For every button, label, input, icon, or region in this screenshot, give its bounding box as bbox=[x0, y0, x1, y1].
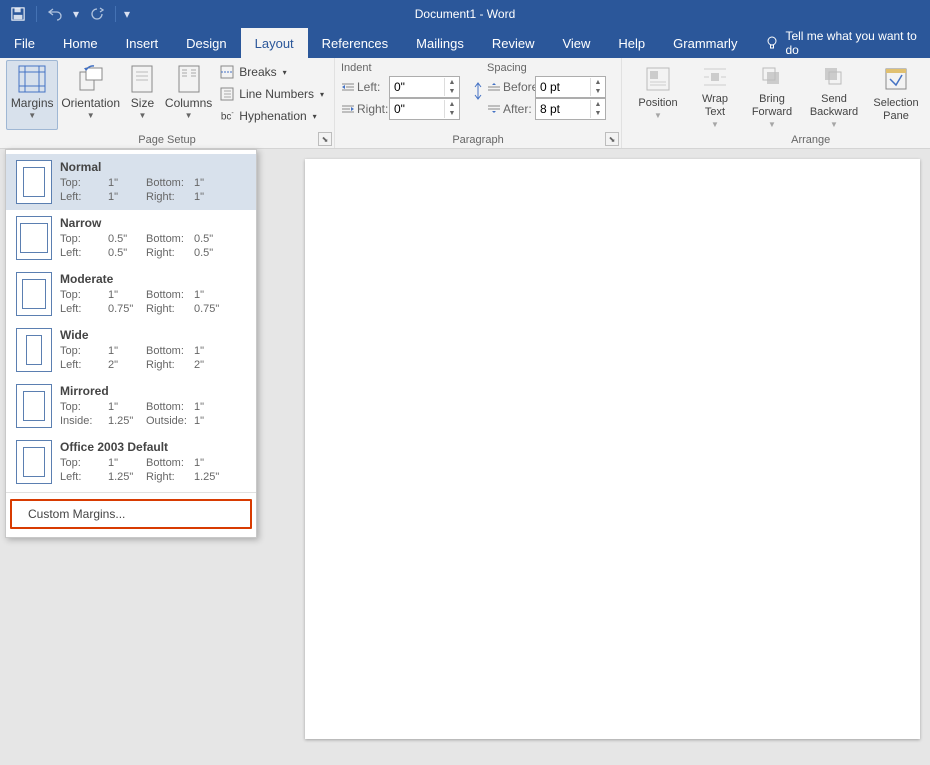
selection-pane-icon bbox=[880, 63, 912, 95]
orientation-button[interactable]: Orientation ▼ bbox=[60, 60, 121, 130]
indent-left-icon bbox=[341, 82, 355, 92]
wrap-text-icon bbox=[699, 63, 731, 91]
bring-forward-button[interactable]: Bring Forward▼ bbox=[742, 60, 802, 130]
bulb-icon bbox=[765, 36, 779, 50]
tell-me-search[interactable]: Tell me what you want to do bbox=[765, 28, 930, 58]
qat-customize[interactable]: ▾ bbox=[122, 2, 132, 26]
indent-right-input[interactable]: ▲▼ bbox=[389, 98, 460, 120]
group-label-page-setup: Page Setup bbox=[6, 134, 328, 148]
undo-button[interactable] bbox=[43, 2, 67, 26]
spacing-before-input[interactable]: ▲▼ bbox=[535, 76, 606, 98]
margins-dropdown: NormalTop:Left:1"1"Bottom:Right:1"1"Narr… bbox=[5, 149, 257, 538]
chevron-down-icon: ▼ bbox=[87, 111, 95, 120]
line-numbers-button[interactable]: Line Numbers▾ bbox=[215, 84, 328, 104]
position-icon bbox=[642, 63, 674, 95]
tab-insert[interactable]: Insert bbox=[112, 28, 173, 58]
title-bar: ▾ ▾ Document1 - Word bbox=[0, 0, 930, 28]
group-label-paragraph: Paragraph bbox=[341, 134, 615, 148]
tab-file[interactable]: File bbox=[0, 28, 49, 58]
workspace: NormalTop:Left:1"1"Bottom:Right:1"1"Narr… bbox=[0, 149, 930, 765]
tab-mailings[interactable]: Mailings bbox=[402, 28, 478, 58]
wrap-text-button[interactable]: Wrap Text▼ bbox=[690, 60, 740, 130]
indent-left-input[interactable]: ▲▼ bbox=[389, 76, 460, 98]
breaks-button[interactable]: Breaks▾ bbox=[215, 62, 328, 82]
line-numbers-icon bbox=[219, 86, 235, 102]
spacing-after-input[interactable]: ▲▼ bbox=[535, 98, 606, 120]
tab-help[interactable]: Help bbox=[604, 28, 659, 58]
ribbon-tabs: File Home Insert Design Layout Reference… bbox=[0, 28, 930, 58]
tab-grammarly[interactable]: Grammarly bbox=[659, 28, 751, 58]
tab-layout[interactable]: Layout bbox=[241, 28, 308, 58]
save-button[interactable] bbox=[6, 2, 30, 26]
spacing-after-icon bbox=[487, 104, 501, 114]
chevron-down-icon: ▼ bbox=[28, 111, 36, 120]
tab-review[interactable]: Review bbox=[478, 28, 549, 58]
margins-option-wide[interactable]: WideTop:Left:1"2"Bottom:Right:1"2" bbox=[6, 322, 256, 378]
margins-option-mirrored[interactable]: MirroredTop:Inside:1"1.25"Bottom:Outside… bbox=[6, 378, 256, 434]
margins-option-narrow[interactable]: NarrowTop:Left:0.5"0.5"Bottom:Right:0.5"… bbox=[6, 210, 256, 266]
tab-home[interactable]: Home bbox=[49, 28, 112, 58]
selection-pane-button[interactable]: Selection Pane bbox=[866, 60, 926, 130]
send-backward-button[interactable]: Send Backward▼ bbox=[804, 60, 864, 130]
quick-access-toolbar: ▾ ▾ bbox=[0, 2, 138, 26]
redo-button[interactable] bbox=[85, 2, 109, 26]
tab-view[interactable]: View bbox=[548, 28, 604, 58]
paragraph-dialog-launcher[interactable]: ⬊ bbox=[605, 132, 619, 146]
send-backward-icon bbox=[818, 63, 850, 91]
hyphenation-icon: bc- bbox=[219, 108, 235, 124]
page-setup-dialog-launcher[interactable]: ⬊ bbox=[318, 132, 332, 146]
columns-icon bbox=[173, 63, 205, 95]
chevron-down-icon: ▼ bbox=[139, 111, 147, 120]
tab-references[interactable]: References bbox=[308, 28, 402, 58]
size-icon bbox=[126, 63, 158, 95]
margins-icon bbox=[16, 63, 48, 95]
group-label-arrange: Arrange bbox=[628, 134, 930, 148]
margins-option-normal[interactable]: NormalTop:Left:1"1"Bottom:Right:1"1" bbox=[6, 154, 256, 210]
position-button[interactable]: Position▼ bbox=[628, 60, 688, 130]
hyphenation-button[interactable]: bc- Hyphenation▾ bbox=[215, 106, 328, 126]
columns-button[interactable]: Columns ▼ bbox=[164, 60, 213, 130]
indent-right-icon bbox=[341, 104, 355, 114]
window-title: Document1 - Word bbox=[415, 0, 515, 28]
margins-option-office-2003-default[interactable]: Office 2003 DefaultTop:Left:1"1.25"Botto… bbox=[6, 434, 256, 490]
chevron-down-icon: ▼ bbox=[185, 111, 193, 120]
bring-forward-icon bbox=[756, 63, 788, 91]
breaks-icon bbox=[219, 64, 235, 80]
undo-dropdown[interactable]: ▾ bbox=[71, 2, 81, 26]
ribbon: Margins ▼ Orientation ▼ Size ▼ bbox=[0, 58, 930, 149]
margins-option-moderate[interactable]: ModerateTop:Left:1"0.75"Bottom:Right:1"0… bbox=[6, 266, 256, 322]
margins-button[interactable]: Margins ▼ bbox=[6, 60, 58, 130]
spacing-before-icon bbox=[487, 82, 501, 92]
size-button[interactable]: Size ▼ bbox=[123, 60, 162, 130]
orientation-icon bbox=[75, 63, 107, 95]
tab-design[interactable]: Design bbox=[172, 28, 240, 58]
custom-margins-button[interactable]: Custom Margins... bbox=[10, 499, 252, 529]
document-page[interactable] bbox=[305, 159, 920, 739]
swap-icon bbox=[473, 82, 483, 100]
